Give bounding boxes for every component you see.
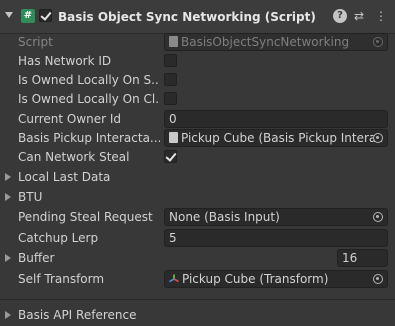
pending-steal-request-label: Pending Steal Request [18, 210, 153, 224]
script-value: BasisObjectSyncNetworking [181, 35, 350, 49]
basis-pickup-label: Basis Pickup Interacta... [18, 131, 160, 145]
current-owner-id-label: Current Owner Id [18, 112, 122, 126]
help-icon[interactable]: ? [333, 9, 347, 23]
is-owned-locally-client-checkbox[interactable] [164, 92, 177, 105]
can-network-steal-checkbox[interactable] [164, 150, 177, 163]
script-icon: # [21, 9, 35, 23]
row-is-owned-locally-server: Is Owned Locally On S... [0, 70, 395, 90]
object-picker-icon[interactable] [373, 133, 383, 143]
row-can-network-steal: Can Network Steal [0, 147, 395, 167]
component-icon [169, 132, 178, 143]
foldout-arrow-icon[interactable] [5, 254, 11, 262]
basis-pickup-value: Pickup Cube (Basis Pickup Interac [181, 131, 383, 145]
row-btu[interactable]: BTU [0, 187, 395, 207]
self-transform-value: Pickup Cube (Transform) [182, 272, 329, 286]
catchup-lerp-label: Catchup Lerp [18, 231, 99, 245]
row-local-last-data[interactable]: Local Last Data [0, 167, 395, 187]
is-owned-locally-server-label: Is Owned Locally On S... [18, 73, 160, 87]
component-title: Basis Object Sync Networking (Script) [58, 10, 316, 24]
current-owner-id-input[interactable]: 0 [164, 110, 388, 128]
catchup-lerp-input[interactable]: 5 [164, 229, 388, 247]
object-picker-icon [373, 37, 383, 47]
row-is-owned-locally-client: Is Owned Locally On Cl... [0, 89, 395, 109]
row-catchup-lerp: Catchup Lerp 5 [0, 228, 395, 248]
basis-api-reference-label: Basis API Reference [18, 308, 137, 322]
object-picker-icon[interactable] [373, 274, 383, 284]
row-buffer[interactable]: Buffer 16 [0, 248, 395, 268]
row-self-transform: Self Transform Pickup Cube (Transform) [0, 269, 395, 289]
has-network-id-checkbox[interactable] [164, 54, 177, 67]
collapse-arrow-icon[interactable] [5, 12, 13, 18]
pending-steal-request-field[interactable]: None (Basis Input) [164, 208, 388, 226]
has-network-id-label: Has Network ID [18, 54, 112, 68]
btu-label: BTU [18, 190, 43, 204]
script-label: Script [18, 35, 53, 49]
basis-pickup-field[interactable]: Pickup Cube (Basis Pickup Interac [164, 129, 388, 147]
menu-icon[interactable]: ⋮ [374, 9, 388, 23]
transform-icon [169, 274, 179, 283]
self-transform-field[interactable]: Pickup Cube (Transform) [164, 270, 388, 288]
local-last-data-label: Local Last Data [18, 170, 111, 184]
can-network-steal-label: Can Network Steal [18, 150, 130, 164]
buffer-label: Buffer [18, 251, 55, 265]
is-owned-locally-server-checkbox[interactable] [164, 73, 177, 86]
preset-icon[interactable]: ⇄ [352, 9, 366, 23]
foldout-arrow-icon[interactable] [5, 311, 11, 319]
row-basis-api-reference[interactable]: Basis API Reference [0, 305, 395, 325]
object-picker-icon[interactable] [373, 212, 383, 222]
row-pending-steal-request: Pending Steal Request None (Basis Input) [0, 207, 395, 227]
foldout-arrow-icon[interactable] [5, 193, 11, 201]
is-owned-locally-client-label: Is Owned Locally On Cl... [18, 92, 160, 106]
divider [0, 299, 395, 300]
script-field: BasisObjectSyncNetworking [164, 33, 388, 51]
pending-steal-request-value: None (Basis Input) [169, 210, 280, 224]
row-basis-pickup: Basis Pickup Interacta... Pickup Cube (B… [0, 128, 395, 148]
foldout-arrow-icon[interactable] [5, 173, 11, 181]
component-enabled-checkbox[interactable] [39, 9, 52, 22]
row-script: Script BasisObjectSyncNetworking [0, 32, 395, 52]
row-has-network-id: Has Network ID [0, 51, 395, 71]
inspector-component-panel: # Basis Object Sync Networking (Script) … [0, 0, 395, 326]
script-file-icon [169, 36, 178, 47]
buffer-size-input[interactable]: 16 [337, 249, 388, 267]
self-transform-label: Self Transform [18, 272, 105, 286]
component-header[interactable]: # Basis Object Sync Networking (Script) … [0, 0, 395, 34]
row-current-owner-id: Current Owner Id 0 [0, 109, 395, 129]
